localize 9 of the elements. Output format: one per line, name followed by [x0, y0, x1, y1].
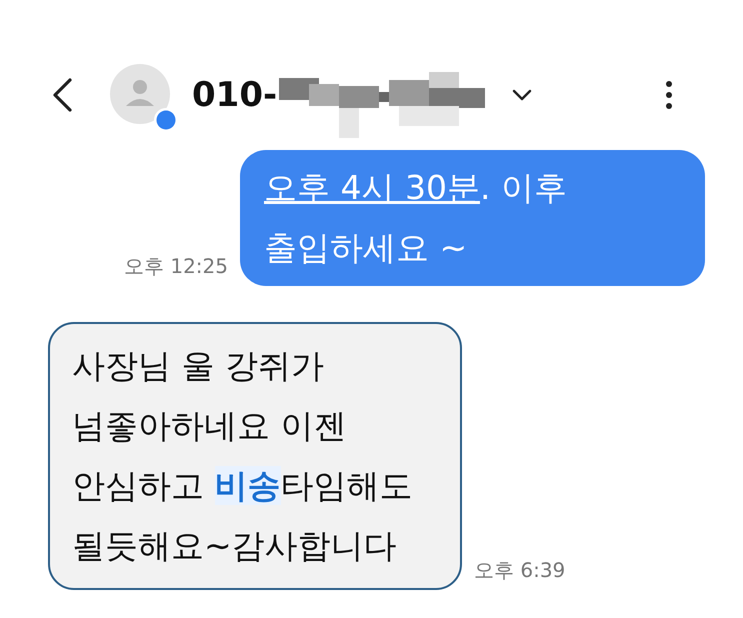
message-time: 오후 12:25	[124, 253, 228, 280]
avatar-icon[interactable]	[110, 64, 178, 132]
message-time: 오후 6:39	[474, 557, 566, 584]
received-message-bubble[interactable]: 사장님 울 강쥐가 넘좋아하네요 이젠 안심하고 비송타임해도 될듯해요~감사합니다	[48, 322, 462, 590]
sent-message-bubble[interactable]: 오후 4시 30분. 이후 출입하세요 ~	[240, 150, 705, 286]
time-link[interactable]: 오후 4시 30분	[264, 168, 480, 207]
chevron-down-icon[interactable]	[511, 88, 534, 102]
contact-number[interactable]: 010-	[192, 75, 278, 115]
more-options-icon[interactable]	[665, 80, 673, 110]
